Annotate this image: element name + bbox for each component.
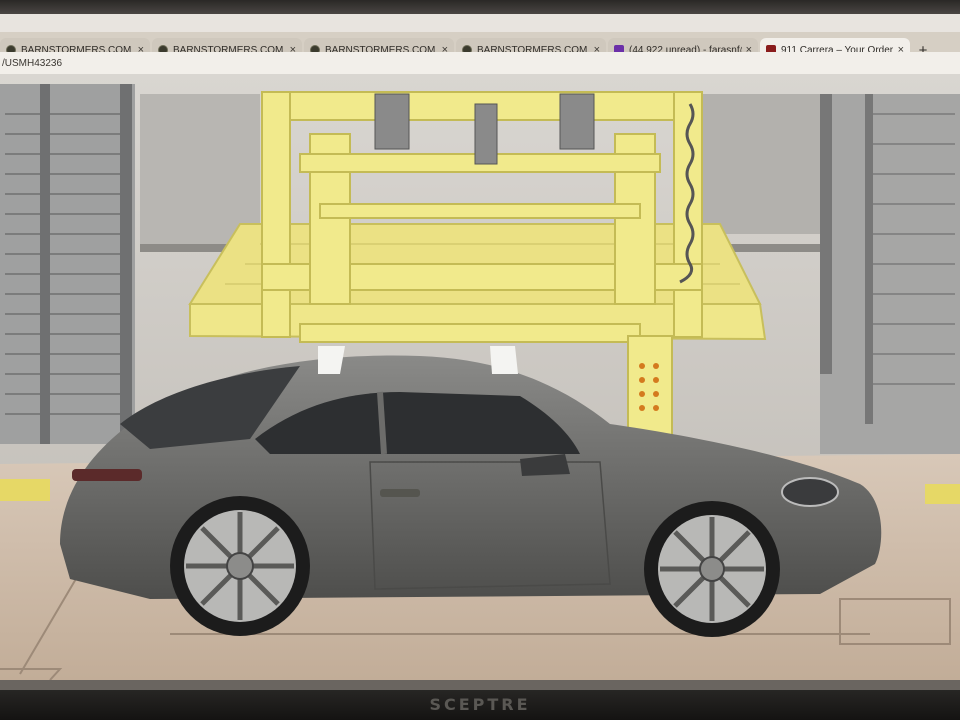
- rear-wheel: [170, 496, 310, 636]
- right-shelving: [820, 94, 960, 454]
- factory-scene: [0, 74, 960, 680]
- monitor-screen: BARNSTORMERS.COM Find Airc × BARNSTORMER…: [0, 14, 960, 680]
- left-shelving: [0, 84, 135, 444]
- front-wheel: [644, 501, 780, 637]
- monitor-bottom-bezel: SCEPTRE: [0, 690, 960, 720]
- monitor-brand-logo: SCEPTRE: [429, 695, 531, 714]
- address-text: /USMH43236: [2, 57, 63, 69]
- monitor-top-bezel: [0, 0, 960, 14]
- address-bar[interactable]: /USMH43236: [0, 52, 960, 74]
- vehicle-production-photo: [0, 74, 960, 680]
